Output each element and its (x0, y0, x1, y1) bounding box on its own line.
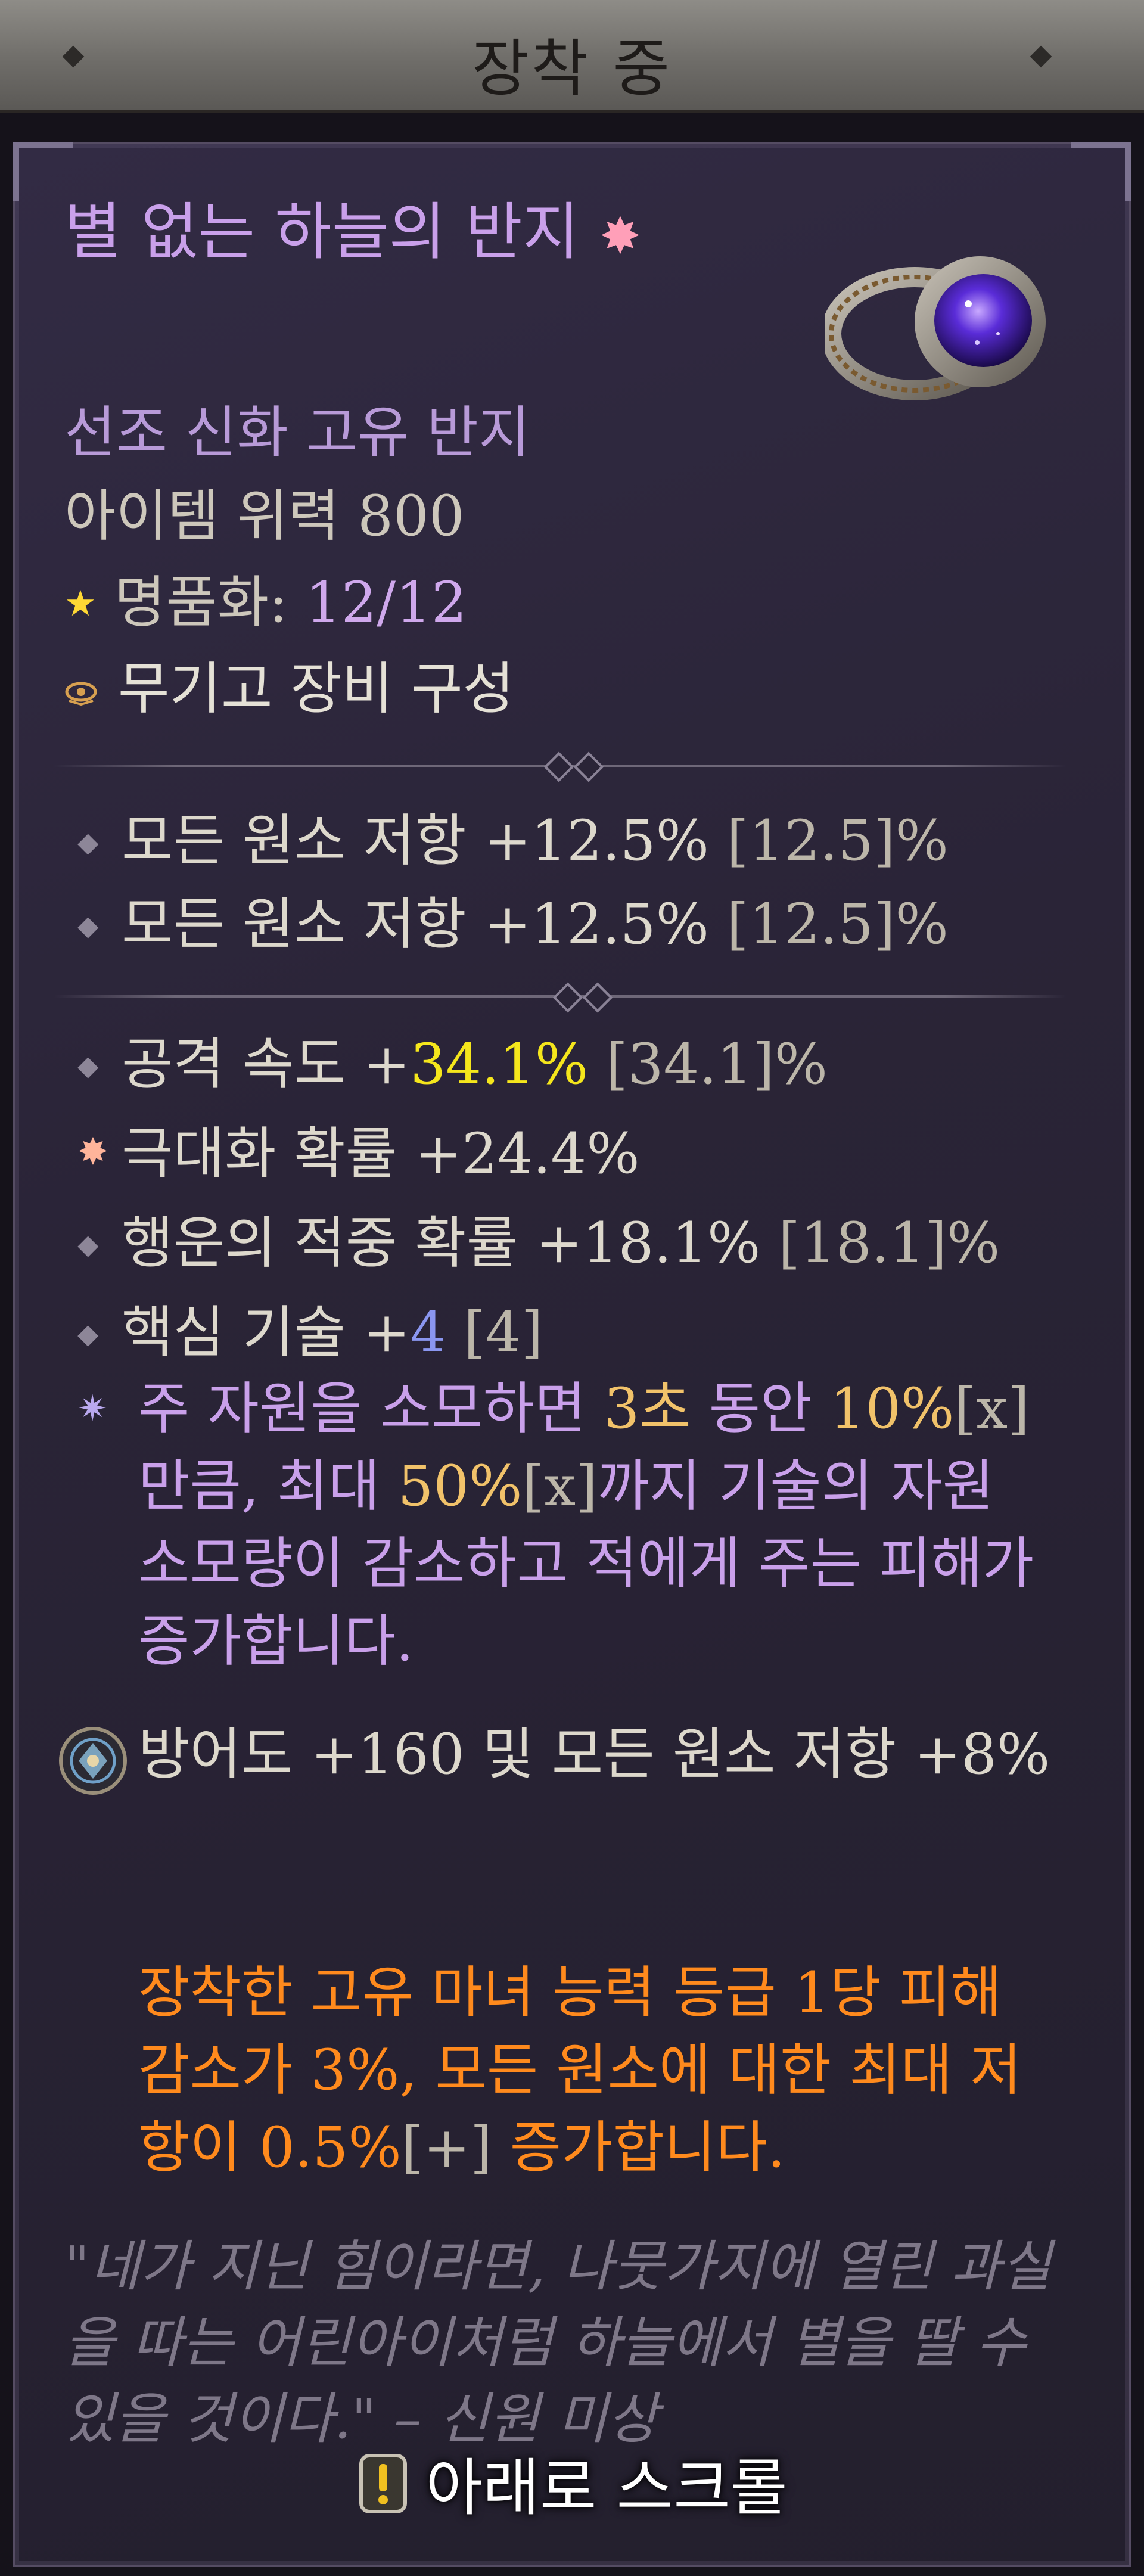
equipped-header: 장착 중 (0, 0, 1144, 113)
implicit-affix: ◆ 모든 원소 저항 +12.5% [12.5]% (77, 879, 949, 960)
header-title: 장착 중 (471, 32, 673, 105)
socket-bonus: 방어도 +160 및 모든 원소 저항 +8% (138, 1722, 1050, 1787)
legendary-affix-icon: ✷ (77, 1388, 108, 1430)
armory-text: 무기고 장비 구성 (118, 657, 515, 722)
diamond-bullet-icon: ◆ (77, 1228, 99, 1260)
affix-range: [12.5]% (726, 809, 949, 874)
armory-loadout: 무기고 장비 구성 (64, 644, 514, 725)
affix-value: 10% (829, 1376, 955, 1441)
affix-text: 행운의 적중 확률 +18.1% (122, 1211, 761, 1276)
affix-value: 4 (410, 1300, 446, 1365)
unique-text: 장착한 고유 (138, 1960, 432, 2025)
affix-lucky-hit: ◆ 행운의 적중 확률 +18.1% [18.1]% (77, 1198, 1000, 1279)
masterwork-label: 명품화: (114, 570, 288, 635)
affix-crit-chance: ✸ 극대화 확률 +24.4% (77, 1108, 640, 1189)
affix-value: 3초 (604, 1376, 691, 1441)
masterwork: ★ 명품화: 12/12 (64, 557, 467, 638)
tempered-affix-icon: ✸ (77, 1130, 108, 1173)
affix-range: [18.1]% (778, 1211, 1000, 1276)
affix-text: 주 자원을 소모하면 (138, 1376, 604, 1441)
implicit-affix: ◆ 모든 원소 저항 +12.5% [12.5]% (77, 796, 949, 877)
diamond-bullet-icon: ◆ (77, 909, 99, 941)
affix-core-skills: ◆ 핵심 기술 +4 [4] (77, 1287, 543, 1368)
affix-text: 모든 원소 저항 +12.5% (122, 809, 709, 874)
item-type: 선조 신화 고유 반지 (64, 400, 530, 465)
diamond-bullet-icon: ◆ (77, 1317, 99, 1350)
scroll-hint[interactable]: 아래로 스크롤 (0, 2437, 1144, 2527)
affix-text: 모든 원소 저항 +12.5% (122, 892, 709, 957)
diamond-bullet-icon: ◆ (77, 1049, 99, 1082)
affix-value: 50% (397, 1454, 523, 1519)
affix-range: [34.1]% (605, 1032, 828, 1097)
divider (54, 982, 1067, 1013)
ancestral-star-icon: ✸ (599, 207, 642, 265)
scroll-key-icon (359, 2454, 408, 2513)
socket-gem-icon (59, 1727, 127, 1795)
affix-range: [x] (954, 1376, 1030, 1441)
star-icon: ★ (64, 583, 97, 624)
ring-icon (825, 256, 1046, 400)
armory-icon (65, 682, 97, 706)
affix-range: [x] (522, 1454, 598, 1519)
affix-label: 공격 속도 + (122, 1032, 411, 1097)
diamond-bullet-icon: ◆ (77, 826, 99, 858)
special-affix-bullet: ✷ (77, 1378, 122, 1443)
affix-text: 동안 (691, 1376, 830, 1441)
scroll-hint-text: 아래로 스크롤 (425, 2451, 788, 2524)
affix-label: 핵심 기술 + (122, 1300, 411, 1365)
unique-text: 증가합니다. (492, 2115, 785, 2180)
item-name-text: 별 없는 하늘의 반지 (64, 195, 580, 268)
unique-power: 장착한 고유 마녀 능력 등급 1당 피해 감소가 3%, 모든 원소에 대한 … (138, 1954, 1056, 2187)
affix-value: 34.1% (410, 1032, 589, 1097)
affix-text: 만큼, 최대 (138, 1454, 398, 1519)
affix-attack-speed: ◆ 공격 속도 +34.1% [34.1]% (77, 1019, 828, 1100)
unique-range: [+] (401, 2115, 492, 2180)
flavor-text: "네가 지닌 힘이라면, 나뭇가지에 열린 과실을 따는 어린아이처럼 하늘에서… (64, 2235, 1052, 2451)
item-power: 아이템 위력 800 (64, 484, 465, 549)
affix-text: 극대화 확률 +24.4% (122, 1121, 640, 1186)
masterwork-value: 12/12 (305, 570, 467, 635)
affix-range: [4] (464, 1300, 543, 1365)
special-affix: 주 자원을 소모하면 3초 동안 10%[x]만큼, 최대 50%[x]까지 기… (138, 1371, 1056, 1680)
divider (54, 751, 1067, 782)
affix-range: [12.5]% (726, 892, 949, 957)
item-name: 별 없는 하늘의 반지 ✸ (64, 191, 690, 277)
